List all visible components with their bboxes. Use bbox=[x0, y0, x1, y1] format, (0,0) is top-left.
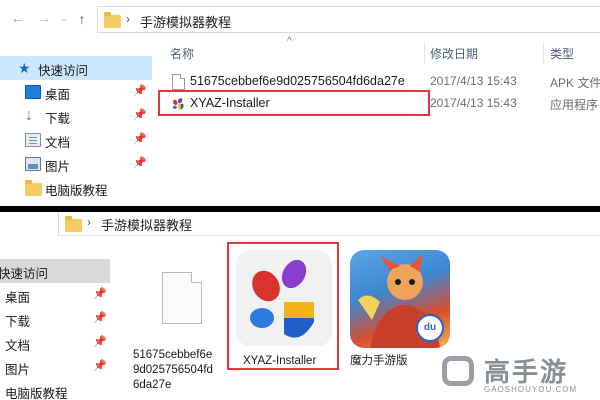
folder-icon bbox=[65, 216, 82, 232]
sidebar-item-label: 快速访问 bbox=[0, 267, 49, 281]
brand-watermark: 高手游 GAOSHOUYOU.COM bbox=[440, 352, 600, 400]
pin-icon[interactable]: 📌 bbox=[133, 156, 147, 169]
file-tile-label-line: 51675cebbef6e bbox=[133, 349, 213, 361]
bottom-explorer-window: › 手游模拟器教程 快速访问 桌面 📌 下载 📌 文档 📌 图片 📌 电脑版教程 bbox=[0, 212, 600, 400]
sidebar-item-documents[interactable]: 文档 📌 bbox=[0, 128, 152, 152]
file-type: APK 文件 bbox=[550, 76, 600, 90]
pin-icon[interactable]: 📌 bbox=[133, 84, 147, 97]
sidebar-item-desktop[interactable]: 桌面 📌 bbox=[0, 283, 110, 307]
sidebar-item-pictures[interactable]: 图片 📌 bbox=[0, 152, 152, 176]
file-name: 51675cebbef6e9d025756504fd6da27e bbox=[190, 74, 405, 88]
column-header-modified[interactable]: 修改日期 bbox=[430, 45, 478, 62]
watermark-brand: 高手游 bbox=[484, 357, 569, 387]
sidebar-item-label: 文档 bbox=[5, 339, 31, 353]
pin-icon[interactable]: 📌 bbox=[93, 311, 107, 324]
sidebar-item-label: 文档 bbox=[45, 136, 71, 150]
file-tile[interactable]: 51675cebbef6e 9d025756504fd 6da27e bbox=[128, 248, 224, 400]
sidebar-item-label: 图片 bbox=[5, 363, 31, 377]
watermark-domain: GAOSHOUYOU.COM bbox=[484, 385, 578, 394]
column-header-name[interactable]: 名称 bbox=[170, 45, 194, 62]
pin-icon[interactable]: 📌 bbox=[93, 287, 107, 300]
forward-arrow-icon[interactable]: → bbox=[34, 9, 54, 29]
folder-icon bbox=[104, 12, 121, 28]
sidebar-item-downloads[interactable]: 下载 📌 bbox=[0, 307, 110, 331]
pin-icon[interactable]: 📌 bbox=[93, 359, 107, 372]
recent-dropdown-icon[interactable]: ⌄ bbox=[54, 9, 74, 29]
download-icon: ↓ bbox=[25, 107, 33, 124]
document-icon bbox=[25, 133, 41, 147]
sidebar-item-desktop[interactable]: 桌面 📌 bbox=[0, 80, 152, 104]
file-tile-game[interactable]: du 魔力手游版 bbox=[346, 244, 454, 368]
column-header-type[interactable]: 类型 bbox=[550, 45, 574, 62]
star-icon: ★ bbox=[18, 60, 31, 76]
sidebar-item-pc-tutorial[interactable]: 电脑版教程 bbox=[0, 176, 152, 200]
up-arrow-icon[interactable]: ↑ bbox=[72, 9, 92, 29]
address-bar[interactable]: › 手游模拟器教程 bbox=[58, 212, 600, 236]
back-arrow-icon[interactable]: ← bbox=[8, 9, 28, 29]
sidebar-item-quick-access[interactable]: 快速访问 bbox=[0, 259, 110, 283]
game-app-icon: du bbox=[350, 250, 450, 348]
sidebar-item-quick-access[interactable]: ★ 快速访问 bbox=[0, 56, 152, 80]
blank-file-icon bbox=[172, 74, 185, 90]
baidu-badge-icon: du bbox=[416, 314, 444, 342]
file-tile-label: 51675cebbef6e 9d025756504fd 6da27e bbox=[133, 348, 213, 393]
breadcrumb-folder[interactable]: 手游模拟器教程 bbox=[101, 215, 192, 234]
blank-file-icon bbox=[162, 272, 202, 324]
sidebar-item-documents[interactable]: 文档 📌 bbox=[0, 331, 110, 355]
sort-ascending-icon: ^ bbox=[287, 36, 292, 47]
highlight-box bbox=[227, 242, 339, 370]
sidebar-item-pictures[interactable]: 图片 📌 bbox=[0, 355, 110, 379]
file-modified: 2017/4/13 15:43 bbox=[430, 96, 517, 110]
sidebar-item-label: 桌面 bbox=[45, 88, 71, 102]
sidebar-item-downloads[interactable]: ↓ 下载 📌 bbox=[0, 104, 152, 128]
file-modified: 2017/4/13 15:43 bbox=[430, 74, 517, 88]
highlight-box bbox=[158, 90, 430, 116]
sidebar-item-pc-tutorial[interactable]: 电脑版教程 bbox=[0, 379, 110, 400]
pictures-icon bbox=[25, 157, 41, 171]
file-tile-label: 魔力手游版 bbox=[350, 355, 408, 367]
pin-icon[interactable]: 📌 bbox=[93, 335, 107, 348]
top-explorer-window: ← → ⌄ ↑ › 手游模拟器教程 ★ 快速访问 桌面 📌 ↓ 下载 📌 文档 … bbox=[0, 0, 600, 207]
sidebar-item-label: 下载 bbox=[45, 112, 71, 126]
pin-icon[interactable]: 📌 bbox=[133, 132, 147, 145]
file-tile-label-line: 9d025756504fd bbox=[133, 364, 213, 376]
navigation-pane: 快速访问 桌面 📌 下载 📌 文档 📌 图片 📌 电脑版教程 bbox=[0, 242, 110, 400]
navigation-bar: ← → ⌄ ↑ › 手游模拟器教程 bbox=[0, 0, 600, 38]
desktop-icon bbox=[25, 85, 41, 99]
file-tile-label-line: 6da27e bbox=[133, 379, 172, 391]
breadcrumb-chevron-icon[interactable]: › bbox=[87, 215, 91, 229]
column-divider[interactable] bbox=[424, 42, 425, 64]
navigation-pane: ★ 快速访问 桌面 📌 ↓ 下载 📌 文档 📌 图片 📌 电脑版教程 bbox=[0, 40, 152, 207]
breadcrumb-chevron-icon[interactable]: › bbox=[126, 12, 130, 26]
sidebar-item-label: 快速访问 bbox=[38, 64, 89, 78]
sidebar-item-label: 电脑版教程 bbox=[45, 184, 108, 198]
file-type: 应用程序 bbox=[550, 98, 599, 112]
column-divider[interactable] bbox=[543, 42, 544, 64]
sidebar-item-label: 电脑版教程 bbox=[5, 387, 68, 400]
sidebar-item-label: 图片 bbox=[45, 160, 71, 174]
folder-icon bbox=[25, 180, 42, 196]
pin-icon[interactable]: 📌 bbox=[133, 108, 147, 121]
gaoshouyou-logo-icon bbox=[442, 356, 474, 386]
sidebar-item-label: 桌面 bbox=[5, 291, 31, 305]
breadcrumb-folder[interactable]: 手游模拟器教程 bbox=[140, 12, 231, 31]
sidebar-item-label: 下载 bbox=[5, 315, 31, 329]
address-bar[interactable]: › 手游模拟器教程 bbox=[97, 6, 600, 33]
